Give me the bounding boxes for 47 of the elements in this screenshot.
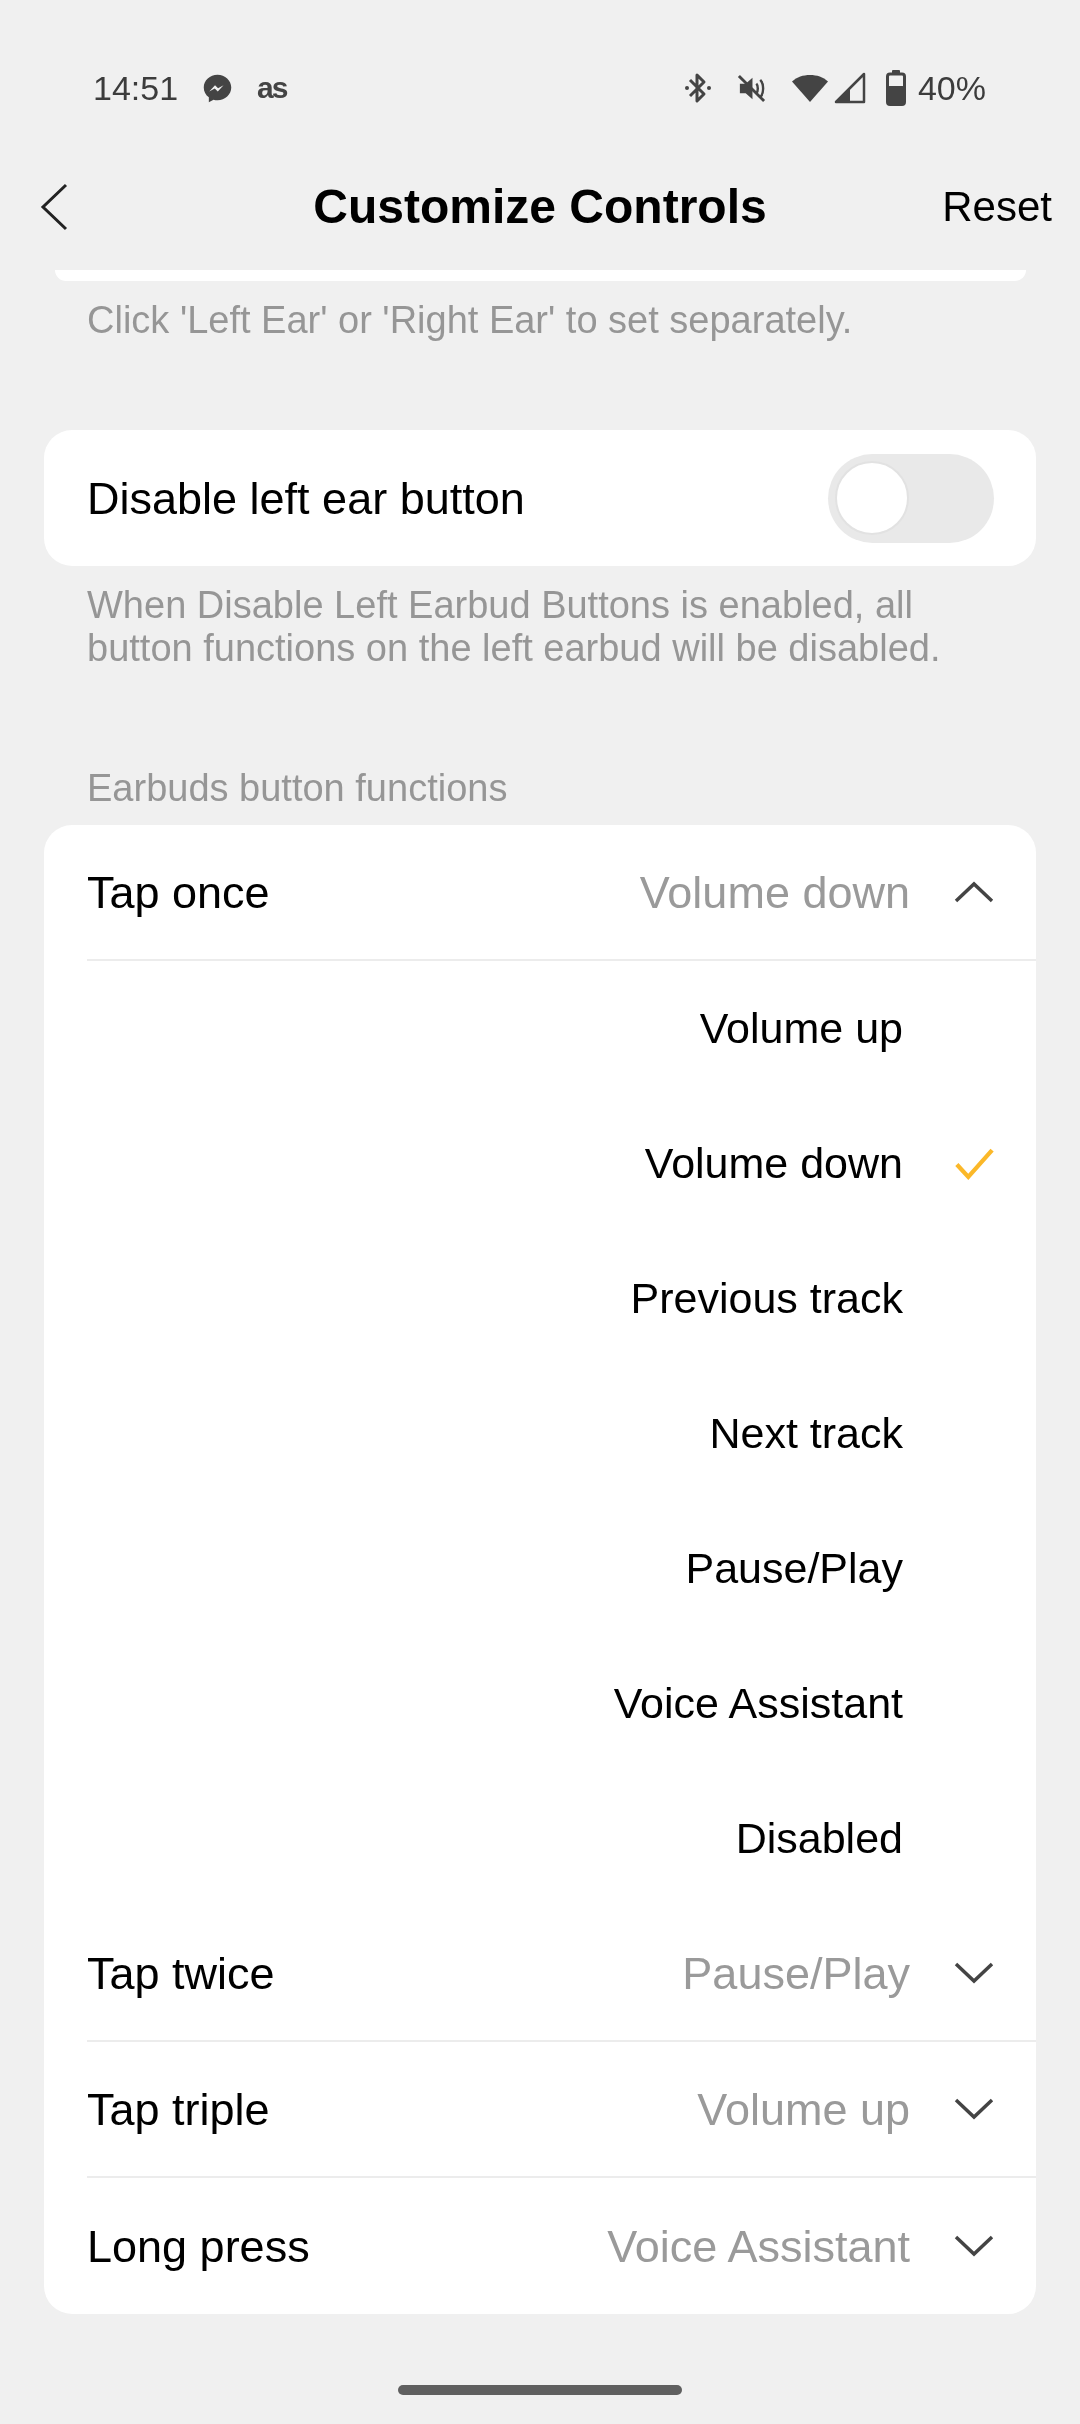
battery-icon (885, 70, 906, 106)
battery-percent: 40% (917, 71, 986, 105)
option-label: Volume down (644, 1142, 903, 1185)
option-label: Voice Assistant (613, 1682, 903, 1725)
signal-icon (833, 72, 866, 104)
section-label: Earbuds button functions (87, 766, 509, 811)
helper-text: When Disable Left Earbud Buttons is enabled, all button functions on the left earbud will be disabled. (87, 584, 942, 670)
dropdown-row[interactable]: Tap once Volume down (87, 825, 1036, 961)
option-item[interactable]: Volume down (644, 1142, 994, 1185)
option-item[interactable]: Pause/Play (685, 1547, 994, 1590)
chevron-down-icon (954, 2235, 994, 2257)
reset-button[interactable]: Reset (942, 186, 1052, 228)
chevron-down-icon (954, 1962, 994, 1984)
back-button[interactable] (39, 182, 69, 232)
hint-text: Click 'Left Ear' or 'Right Ear' to set separately. (87, 298, 854, 343)
option-label: Previous track (630, 1277, 903, 1320)
option-item[interactable]: Volume up (699, 1007, 994, 1050)
chevron-up-icon (954, 881, 994, 903)
setting-label: Tap triple (87, 2086, 270, 2132)
option-item[interactable]: Voice Assistant (613, 1682, 994, 1725)
dropdown-row[interactable]: Long press Voice Assistant (87, 2178, 1036, 2314)
option-label: Disabled (735, 1817, 903, 1860)
option-label: Pause/Play (685, 1547, 903, 1590)
dropdown-row[interactable]: Tap triple Volume up (87, 2042, 1036, 2178)
home-indicator[interactable] (398, 2385, 682, 2395)
mute-icon (735, 72, 767, 104)
page-title: Customize Controls (313, 183, 767, 231)
chevron-down-icon (954, 2098, 994, 2120)
setting-value: Volume up (697, 2086, 910, 2132)
app-logo: as (257, 73, 287, 103)
dropdown-row[interactable]: Tap twice Pause/Play (87, 1906, 1036, 2042)
setting-value: Volume down (639, 869, 910, 915)
option-item[interactable]: Disabled (735, 1817, 994, 1860)
setting-label: Tap twice (87, 1950, 275, 1996)
wifi-icon (790, 73, 829, 103)
option-label: Next track (709, 1412, 903, 1455)
setting-label: Disable left ear button (87, 475, 525, 521)
setting-value: Pause/Play (682, 1950, 910, 1996)
setting-label: Long press (87, 2223, 310, 2269)
status-time: 14:51 (93, 71, 179, 105)
back-icon (40, 183, 68, 231)
option-item[interactable]: Previous track (630, 1277, 994, 1320)
option-item[interactable]: Next track (709, 1412, 994, 1455)
setting-value: Voice Assistant (607, 2223, 910, 2269)
setting-label: Tap once (87, 869, 270, 915)
checkmark-icon (954, 1147, 994, 1180)
option-label: Volume up (699, 1007, 903, 1050)
